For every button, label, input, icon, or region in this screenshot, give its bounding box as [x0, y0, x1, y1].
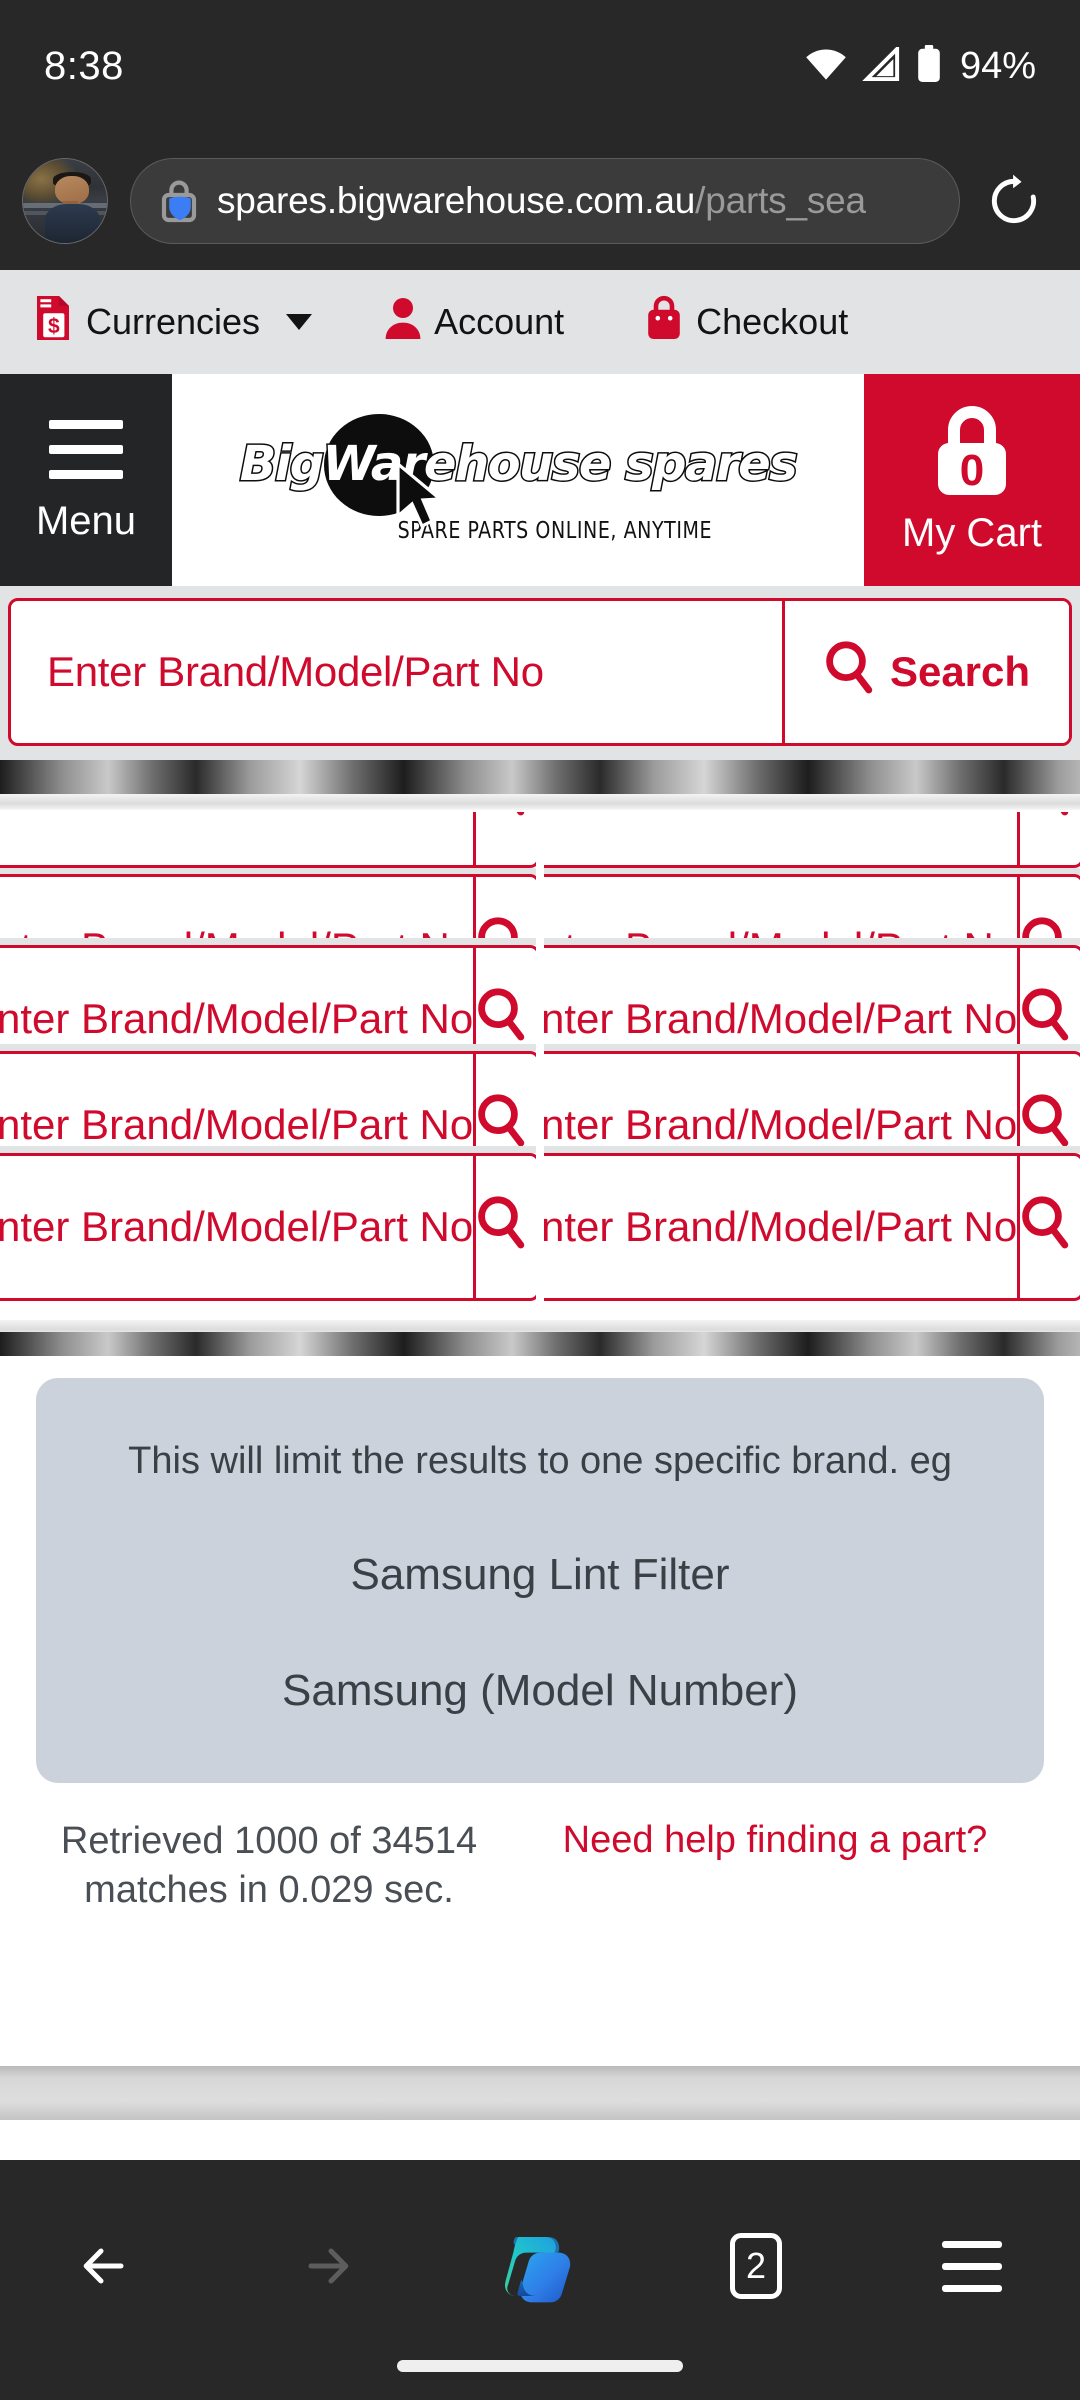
brand-hint-line-1: This will limit the results to one speci… [128, 1440, 952, 1482]
logo-wordmark: BigWarehouse spares [238, 435, 799, 494]
search-button[interactable]: Search [782, 601, 1069, 743]
glitch-search-box: Enter Brand/Model/Part No Search [0, 1153, 536, 1301]
cart-bag-icon: 0 [924, 405, 1020, 505]
hamburger-icon [49, 419, 123, 479]
cellular-signal-icon [862, 43, 902, 86]
copilot-icon[interactable] [481, 2212, 599, 2320]
back-arrow-icon[interactable] [49, 2212, 167, 2320]
glitch-column-left: Enter Brand/Model/Part No Search Enter B… [0, 812, 536, 1312]
glitch-separator [544, 938, 1080, 945]
wifi-icon [804, 47, 848, 86]
url-text: spares.bigwarehouse.com.au/parts_sea [217, 180, 866, 222]
retrieved-count: Retrieved 1000 of 34514 matches in 0.029… [34, 1817, 504, 1914]
glitch-light-band-top [0, 794, 1080, 810]
person-icon [384, 296, 422, 349]
brand-hint-panel: This will limit the results to one speci… [36, 1378, 1044, 1783]
gesture-home-indicator [397, 2360, 683, 2372]
glitch-separator [0, 1044, 536, 1051]
site-menu-label: Menu [35, 498, 137, 543]
parts-search-box[interactable]: Enter Brand/Model/Part No Search [8, 598, 1072, 746]
glitch-separator [0, 938, 536, 945]
magnifier-icon [824, 640, 874, 704]
magnifier-icon [476, 987, 526, 1051]
retrieved-line-2: matches in 0.029 sec. [84, 1868, 454, 1911]
brand-hint-wrapper: This will limit the results to one speci… [0, 1356, 1080, 1783]
url-domain: spares.bigwarehouse.com.au [217, 180, 696, 221]
reload-icon[interactable] [978, 165, 1050, 237]
glitch-search-button: Search [473, 812, 536, 865]
page-bottom-band [0, 2066, 1080, 2120]
magnifier-icon [1020, 812, 1070, 826]
results-summary-row: Retrieved 1000 of 34514 matches in 0.029… [0, 1782, 1080, 1915]
tab-counter-button[interactable]: 2 [697, 2212, 815, 2320]
cart-count-glyph: 0 [960, 446, 984, 495]
status-clock: 8:38 [44, 43, 124, 88]
shopping-bag-icon [644, 295, 684, 350]
utility-nav-label-account: Account [434, 301, 565, 342]
browser-url-bar: spares.bigwarehouse.com.au/parts_sea [0, 132, 1080, 270]
site-masthead: Menu BigWarehouse spares SPARE PARTS ONL… [0, 374, 1080, 586]
glitch-columns: Enter Brand/Model/Part No Search Enter B… [0, 812, 1080, 1312]
web-page-viewport: $ Currencies Account Checkout Menu BigWa… [0, 270, 1080, 2160]
render-glitch-region: Enter Brand/Model/Part No Search Enter B… [0, 760, 1080, 1356]
status-bar: 8:38 94% [0, 0, 1080, 132]
forward-arrow-icon[interactable] [265, 2212, 383, 2320]
battery-percent: 94% [959, 44, 1036, 87]
glitch-column-right: Enter Brand/Model/Part No Search Enter B… [544, 812, 1080, 1312]
address-bar[interactable]: spares.bigwarehouse.com.au/parts_sea [130, 158, 960, 244]
magnifier-icon [1020, 1195, 1070, 1259]
glitch-metal-strip-top [0, 760, 1080, 794]
site-utility-nav: $ Currencies Account Checkout [0, 270, 1080, 374]
glitch-separator [0, 1146, 536, 1153]
glitch-separator [544, 1044, 1080, 1051]
search-button-label: Search [889, 648, 1031, 695]
battery-icon [916, 44, 942, 88]
glitch-search-box: Enter Brand/Model/Part No Search [544, 812, 1080, 868]
glitch-search-input: Enter Brand/Model/Part No [544, 812, 1017, 865]
magnifier-icon [1020, 987, 1070, 1051]
glitch-search-button: Search [473, 1156, 536, 1298]
glitch-search-button: Search [1017, 1156, 1080, 1298]
glitch-separator [544, 1146, 1080, 1153]
glitch-search-box: Enter Brand/Model/Part No Search [0, 812, 536, 868]
site-search-strip: Enter Brand/Model/Part No Search [0, 586, 1080, 760]
logo-row: BigWarehouse spares [172, 414, 864, 529]
status-icons: 94% [804, 43, 1036, 88]
browser-menu-icon[interactable] [913, 2212, 1031, 2320]
chevron-down-icon [286, 314, 313, 330]
glitch-search-box: Enter Brand/Model/Part No Search [544, 1153, 1080, 1301]
utility-nav-label-checkout: Checkout [696, 301, 849, 342]
svg-text:$: $ [48, 314, 60, 337]
utility-nav-item-account[interactable]: Account [384, 296, 564, 349]
currency-document-icon: $ [34, 294, 74, 351]
tab-count-label: 2 [730, 2233, 782, 2299]
profile-avatar[interactable] [22, 158, 108, 244]
glitch-metal-strip-bottom [0, 1332, 1080, 1356]
utility-nav-item-checkout[interactable]: Checkout [644, 295, 848, 350]
need-help-link[interactable]: Need help finding a part? [504, 1817, 1046, 1862]
my-cart-label: My Cart [902, 510, 1042, 555]
glitch-search-input: Enter Brand/Model/Part No [0, 1203, 474, 1250]
utility-nav-item-currencies[interactable]: $ Currencies [34, 294, 313, 351]
magnifier-icon [476, 1195, 526, 1259]
site-logo[interactable]: BigWarehouse spares SPARE PARTS ONLINE, … [172, 374, 864, 586]
brand-hint-line-3: Samsung (Model Number) [282, 1666, 798, 1716]
magnifier-icon [476, 812, 526, 826]
cursor-arrow-icon [394, 460, 448, 533]
url-path: /parts_sea [695, 180, 866, 221]
glitch-search-button: Search [1017, 812, 1080, 865]
brand-hint-line-2: Samsung Lint Filter [350, 1549, 730, 1599]
search-input[interactable]: Enter Brand/Model/Part No [11, 601, 782, 743]
lock-icon[interactable] [157, 177, 203, 225]
glitch-search-input: Enter Brand/Model/Part No [544, 1203, 1018, 1250]
my-cart-button[interactable]: 0 My Cart [864, 374, 1080, 586]
browser-bottom-nav: 2 [0, 2160, 1080, 2400]
retrieved-line-1: Retrieved 1000 of 34514 [60, 1819, 478, 1862]
site-menu-button[interactable]: Menu [0, 374, 172, 586]
utility-nav-label-currencies: Currencies [86, 301, 261, 342]
glitch-search-input: Enter Brand/Model/Part No [0, 812, 473, 865]
